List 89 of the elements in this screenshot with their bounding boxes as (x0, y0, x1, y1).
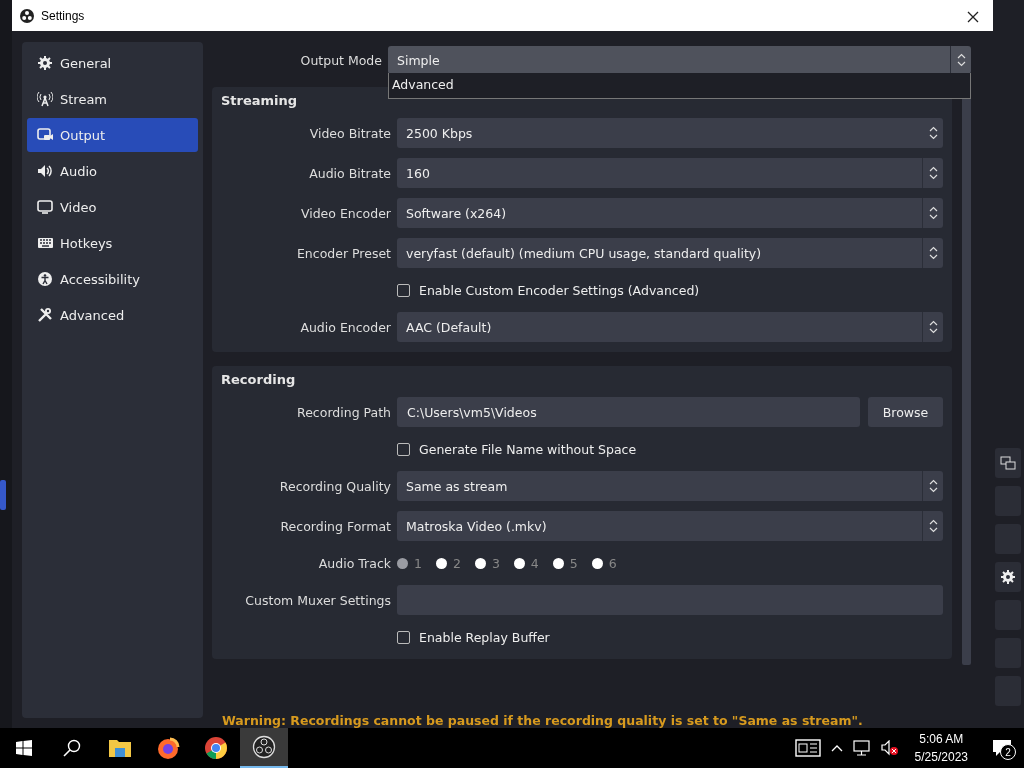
spin-arrows-icon[interactable] (928, 206, 938, 220)
checkbox[interactable] (397, 442, 410, 456)
radio-label: 3 (491, 555, 500, 571)
browser-icon (204, 736, 228, 760)
toolbar-button[interactable] (995, 562, 1021, 592)
chevron-up-icon[interactable] (830, 744, 843, 752)
field-label: Output Mode (299, 52, 382, 68)
recorder-icon (252, 735, 276, 759)
field-label: Recording Path (296, 404, 391, 420)
path-field[interactable]: C:\Users\vm5\Videos (397, 397, 860, 427)
spin-arrows-icon[interactable] (928, 519, 938, 533)
dropdown[interactable]: veryfast (default) (medium CPU usage, standard quality) (397, 238, 943, 268)
search-icon (63, 739, 81, 757)
field-label: Recording Quality (278, 478, 391, 494)
windows-logo-icon (16, 740, 32, 756)
spin-box[interactable]: 2500 Kbps (397, 118, 943, 148)
notification-count: 2 (1000, 744, 1016, 760)
radio-button[interactable] (397, 557, 408, 569)
news-icon[interactable] (794, 739, 821, 757)
radio-label: 2 (452, 555, 461, 571)
radio-button[interactable] (435, 557, 447, 569)
field-label: Audio Bitrate (308, 165, 391, 181)
radio-label: 1 (414, 555, 422, 571)
group-title: Streaming (221, 93, 299, 108)
spin-arrows-icon[interactable] (928, 166, 938, 180)
group-title: Recording (221, 372, 297, 387)
spin-arrows-icon[interactable] (928, 479, 938, 493)
close-icon (967, 10, 979, 23)
field-label: Audio Track (317, 555, 391, 571)
clock-date[interactable]: 5/25/2023 (914, 748, 968, 766)
field-label: Recording Format (279, 518, 391, 534)
person-icon (37, 271, 53, 287)
dropdown[interactable]: 160 (397, 158, 943, 188)
dropdown[interactable]: Software (x264) (397, 198, 943, 228)
keyboard-icon (37, 235, 53, 251)
radio-button[interactable] (591, 557, 603, 569)
field-label: Video Encoder (299, 205, 391, 221)
sidebar-item[interactable]: Output (27, 118, 198, 152)
speaker-muted-icon[interactable] (880, 740, 899, 756)
dropdown-option[interactable]: Advanced (392, 77, 967, 92)
radio-button[interactable] (513, 557, 525, 569)
settings-icon (1000, 569, 1016, 585)
dropdown[interactable]: Simple (388, 46, 971, 74)
field-label: Encoder Preset (295, 245, 391, 261)
camera-icon (37, 127, 53, 143)
notification-button[interactable]: 2 (984, 728, 1020, 768)
browser-icon (156, 736, 180, 760)
field-label: Video Bitrate (308, 125, 391, 141)
spin-arrows-icon[interactable] (956, 53, 966, 67)
dropdown[interactable]: Matroska Video (.mkv) (397, 511, 943, 541)
tools-icon (37, 307, 53, 323)
browse-button[interactable]: Browse (868, 397, 943, 427)
field-label: Custom Muxer Settings (244, 592, 391, 608)
sidebar-item[interactable]: Stream (27, 82, 198, 116)
sidebar-item[interactable]: Hotkeys (27, 226, 198, 260)
checkbox[interactable] (397, 630, 410, 644)
checkbox-label: Enable Replay Buffer (419, 629, 550, 645)
checkbox[interactable] (397, 283, 410, 297)
spin-arrows-icon[interactable] (928, 246, 938, 260)
window-title: Settings (41, 8, 86, 23)
radio-button[interactable] (552, 557, 564, 569)
sidebar-item[interactable]: General (27, 46, 198, 80)
sidebar-item[interactable]: Audio (27, 154, 198, 188)
dropdown[interactable]: AAC (Default) (397, 312, 943, 342)
dropdown[interactable]: Same as stream (397, 471, 943, 501)
monitor-icon (37, 199, 53, 215)
speaker-icon (37, 163, 53, 179)
checkbox-label: Generate File Name without Space (419, 441, 637, 457)
clock-time[interactable]: 5:06 AM (919, 730, 964, 748)
radio-button[interactable] (474, 557, 486, 569)
gear-icon (37, 55, 53, 71)
field-label: Audio Encoder (299, 319, 391, 335)
network-icon[interactable] (852, 740, 871, 756)
radio-label: 5 (569, 555, 578, 571)
antenna-icon (37, 91, 53, 107)
radio-label: 6 (608, 555, 617, 571)
app-logo-icon (20, 8, 34, 23)
taskbar-app[interactable] (240, 728, 288, 768)
spin-arrows-icon[interactable] (928, 126, 938, 140)
warning-text: Warning: Recordings cannot be paused if the recording quality is set to "Same as stream". (222, 713, 864, 728)
radio-label: 4 (530, 555, 539, 571)
folder-icon (108, 738, 132, 758)
background-panel (0, 480, 6, 510)
checkbox-label: Enable Custom Encoder Settings (Advanced) (419, 282, 700, 298)
sidebar-item[interactable]: Advanced (27, 298, 198, 332)
spin-arrows-icon[interactable] (928, 320, 938, 334)
sidebar-item[interactable]: Accessibility (27, 262, 198, 296)
windows-icon (1000, 456, 1016, 470)
sidebar-item[interactable]: Video (27, 190, 198, 224)
